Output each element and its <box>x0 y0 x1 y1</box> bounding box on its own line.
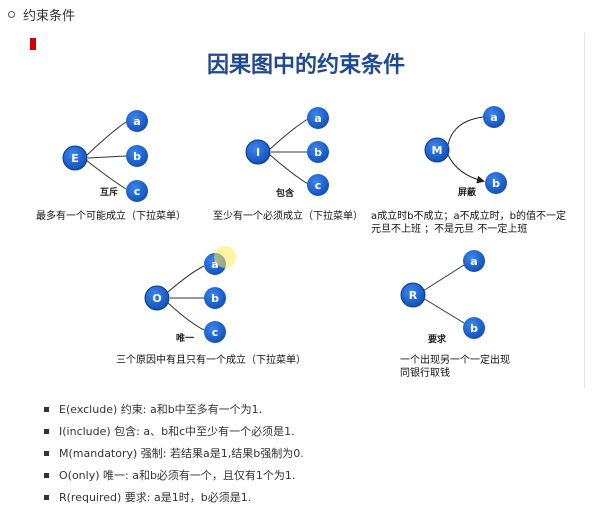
square-bullet-icon <box>44 472 49 478</box>
svg-text:a: a <box>133 115 140 128</box>
list-item: R(required) 要求: a是1时，b必须是1. <box>44 486 304 508</box>
edge-i-c <box>268 153 309 185</box>
diagram-mandatory: M a b 屏蔽 <box>424 106 507 198</box>
desc-mandatory-line2: 元旦不上班 ；不是元旦 不一定上班 <box>371 224 528 235</box>
svg-text:a: a <box>490 111 497 124</box>
list-item: O(only) 唯一: a和b必须有一个，且仅有1个为1. <box>44 464 304 486</box>
node-m-a: a <box>483 106 505 128</box>
svg-text:a: a <box>470 255 477 268</box>
edge-m-b <box>447 154 485 184</box>
svg-text:b: b <box>470 322 478 335</box>
svg-text:b: b <box>492 177 500 190</box>
svg-text:c: c <box>212 326 219 339</box>
edge-o-c <box>167 302 205 331</box>
desc-exclude: 最多有一个可能成立（下拉菜单） <box>36 211 186 222</box>
edge-e-c <box>85 159 127 190</box>
square-bullet-icon <box>44 450 49 456</box>
node-e-a: a <box>126 110 148 132</box>
desc-include: 至少有一个必须成立（下拉菜单） <box>213 211 363 222</box>
edge-e-b <box>87 155 127 159</box>
edge-e-a <box>85 121 127 157</box>
red-marker <box>30 38 36 50</box>
node-o-b: b <box>204 287 226 309</box>
diagram-exclude: E a b c 互斥 <box>62 110 148 202</box>
label-only: 唯一 <box>176 332 194 344</box>
desc-required-line1: 一个出现另一个一定出现 <box>400 355 510 366</box>
node-i: I <box>245 139 271 165</box>
node-r-a: a <box>463 250 485 272</box>
desc-required-line2: 同银行取钱 <box>400 368 450 379</box>
square-bullet-icon <box>44 428 49 434</box>
svg-text:c: c <box>315 179 322 192</box>
edge-r-a <box>422 264 465 292</box>
list-item: M(mandatory) 强制: 若结果a是1,结果b强制为0. <box>44 442 304 464</box>
svg-text:O: O <box>152 292 161 305</box>
node-o: O <box>144 285 170 311</box>
node-r: R <box>400 282 426 308</box>
label-required: 要求 <box>428 333 447 345</box>
section-heading: 约束条件 <box>8 4 75 24</box>
svg-text:b: b <box>314 146 322 159</box>
node-m-b: b <box>485 172 507 194</box>
list-item: E(exclude) 约束: a和b中至多有一个为1. <box>44 398 304 420</box>
node-i-b: b <box>307 141 329 163</box>
edge-r-b <box>422 297 465 324</box>
label-exclude: 互斥 <box>100 186 118 198</box>
svg-text:a: a <box>314 112 321 125</box>
node-r-b: b <box>463 317 485 339</box>
svg-text:R: R <box>409 289 418 302</box>
constraint-list: E(exclude) 约束: a和b中至多有一个为1. I(include) 包… <box>44 398 304 508</box>
svg-text:b: b <box>211 292 219 305</box>
edge-i-a <box>268 118 309 151</box>
svg-text:M: M <box>432 144 443 157</box>
edge-o-a <box>167 265 205 293</box>
svg-text:I: I <box>256 146 260 159</box>
node-i-c: c <box>307 174 329 196</box>
desc-only: 三个原因中有且只有一个成立（下拉菜单） <box>116 355 306 366</box>
svg-text:b: b <box>133 150 141 163</box>
node-e: E <box>62 145 88 171</box>
list-item: I(include) 包含: a、b和c中至少有一个必须是1. <box>44 420 304 442</box>
desc-mandatory-line1: a成立时b不成立；a不成立时，b的值不一定 <box>371 211 566 222</box>
hollow-bullet-icon <box>8 10 15 18</box>
label-mandatory: 屏蔽 <box>458 186 477 198</box>
node-m: M <box>424 137 450 163</box>
section-heading-text: 约束条件 <box>23 8 76 24</box>
node-i-a: a <box>307 107 329 129</box>
node-e-b: b <box>126 145 148 167</box>
diagram-include: I a b c 包含 <box>245 107 329 199</box>
square-bullet-icon <box>44 406 49 412</box>
node-e-c: c <box>126 180 148 202</box>
svg-text:E: E <box>71 152 79 165</box>
cursor-highlight-icon <box>214 246 236 268</box>
diagram-only: O a b c 唯一 <box>144 253 226 344</box>
svg-text:c: c <box>134 185 141 198</box>
square-bullet-icon <box>44 494 49 500</box>
label-include: 包含 <box>275 187 295 199</box>
node-o-c: c <box>204 321 226 343</box>
diagram-required: R a b 要求 <box>400 250 485 345</box>
constraint-figure: 因果图中的约束条件 E a b c 互斥 I a b c 包含 M a b 屏蔽… <box>28 33 585 388</box>
edge-m-a <box>447 116 484 146</box>
